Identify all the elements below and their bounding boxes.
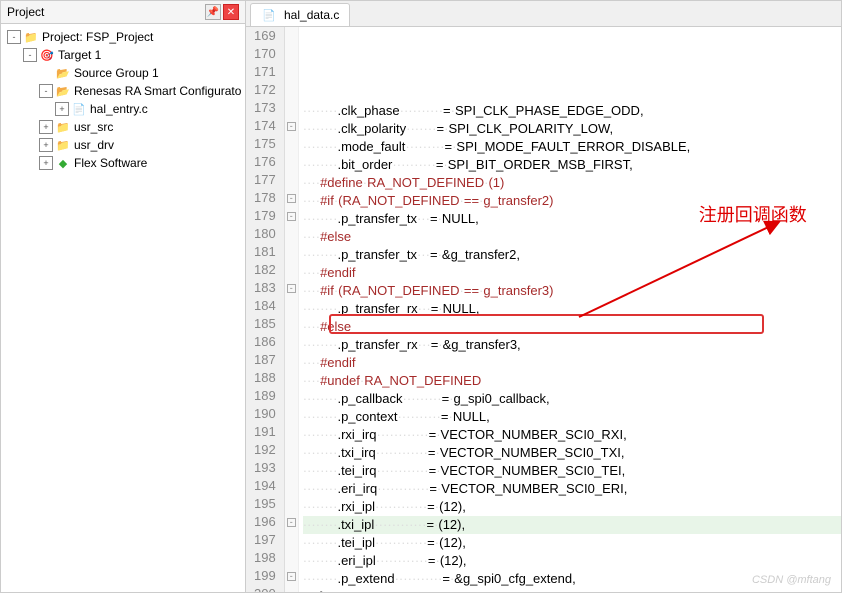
tree-label: Source Group 1 — [74, 66, 159, 80]
code-content[interactable]: 注册回调函数 ········.clk_phase··········=·SPI… — [299, 27, 841, 592]
sidebar-title: Project — [7, 5, 44, 19]
tree-icon: 📁 — [55, 119, 71, 135]
app-window: Project 📌 ✕ -📁Project: FSP_Project-🎯Targ… — [0, 0, 842, 593]
tree-label: usr_src — [74, 120, 113, 134]
code-line[interactable]: ····#else — [303, 228, 841, 246]
code-line[interactable]: ········.mode_fault·········=·SPI_MODE_F… — [303, 138, 841, 156]
code-line[interactable]: ········.eri_ipl············=·(12), — [303, 552, 841, 570]
expand-icon[interactable]: - — [39, 84, 53, 98]
line-gutter: 1691701711721731741751761771781791801811… — [246, 27, 285, 592]
fold-toggle[interactable]: - — [287, 284, 296, 293]
code-line[interactable]: ········.p_callback·········=·g_spi0_cal… — [303, 390, 841, 408]
tab-bar: 📄 hal_data.c — [246, 1, 841, 27]
code-line[interactable]: ········.bit_order··········=·SPI_BIT_OR… — [303, 156, 841, 174]
code-editor[interactable]: 1691701711721731741751761771781791801811… — [246, 27, 841, 592]
tree-item[interactable]: -📁Project: FSP_Project — [1, 28, 245, 46]
editor-area: 📄 hal_data.c 169170171172173174175176177… — [246, 1, 841, 592]
fold-toggle[interactable]: - — [287, 194, 296, 203]
code-line[interactable]: ········.clk_phase··········=·SPI_CLK_PH… — [303, 102, 841, 120]
code-line[interactable]: ········.p_transfer_tx···=·&g_transfer2, — [303, 246, 841, 264]
code-line[interactable]: ········.txi_ipl············=·(12), — [303, 516, 841, 534]
code-line[interactable]: ········.clk_polarity·······=·SPI_CLK_PO… — [303, 120, 841, 138]
tree-item[interactable]: +📁usr_src — [1, 118, 245, 136]
code-line[interactable]: ········.tei_irq············=·VECTOR_NUM… — [303, 462, 841, 480]
expand-icon[interactable]: - — [23, 48, 37, 62]
code-line[interactable]: ····#endif — [303, 264, 841, 282]
fold-toggle[interactable]: - — [287, 518, 296, 527]
tree-icon: 📂 — [55, 83, 71, 99]
tree-icon: 📁 — [55, 137, 71, 153]
code-line[interactable]: ········.tei_ipl············=·(12), — [303, 534, 841, 552]
code-line[interactable]: ····#if·(RA_NOT_DEFINED·==·g_transfer2) — [303, 192, 841, 210]
expand-icon[interactable]: + — [39, 120, 53, 134]
tree-item[interactable]: 📂Source Group 1 — [1, 64, 245, 82]
tree-icon: 📂 — [55, 65, 71, 81]
tree-icon: 🎯 — [39, 47, 55, 63]
code-line[interactable]: ····#define·RA_NOT_DEFINED·(1) — [303, 174, 841, 192]
expand-icon[interactable]: + — [39, 138, 53, 152]
code-line[interactable]: ····}; — [303, 588, 841, 592]
code-line[interactable]: ····#else — [303, 318, 841, 336]
tree-item[interactable]: +📁usr_drv — [1, 136, 245, 154]
code-line[interactable]: ········.eri_irq············=·VECTOR_NUM… — [303, 480, 841, 498]
close-icon[interactable]: ✕ — [223, 4, 239, 20]
project-sidebar: Project 📌 ✕ -📁Project: FSP_Project-🎯Targ… — [1, 1, 246, 592]
tree-label: Project: FSP_Project — [42, 30, 153, 44]
code-line[interactable]: ········.p_transfer_tx···=·NULL, — [303, 210, 841, 228]
tree-item[interactable]: -📂Renesas RA Smart Configurato — [1, 82, 245, 100]
code-line[interactable]: ········.p_transfer_rx···=·NULL, — [303, 300, 841, 318]
expand-icon[interactable]: - — [7, 30, 21, 44]
tree-label: hal_entry.c — [90, 102, 148, 116]
tab-label: hal_data.c — [284, 8, 339, 22]
code-line[interactable]: ········.rxi_ipl············=·(12), — [303, 498, 841, 516]
fold-column[interactable]: ------- — [285, 27, 299, 592]
pin-icon[interactable]: 📌 — [205, 4, 221, 20]
tree-icon: 📁 — [23, 29, 39, 45]
project-tree[interactable]: -📁Project: FSP_Project-🎯Target 1📂Source … — [1, 24, 245, 592]
expand-icon[interactable]: + — [39, 156, 53, 170]
code-line[interactable]: ········.rxi_irq············=·VECTOR_NUM… — [303, 426, 841, 444]
fold-toggle[interactable]: - — [287, 572, 296, 581]
tree-icon: 📄 — [71, 101, 87, 117]
tree-item[interactable]: +📄hal_entry.c — [1, 100, 245, 118]
tab-hal-data[interactable]: 📄 hal_data.c — [250, 3, 350, 26]
watermark: CSDN @mftang — [752, 574, 831, 586]
code-line[interactable]: ········.txi_irq············=·VECTOR_NUM… — [303, 444, 841, 462]
code-line[interactable]: ····#if·(RA_NOT_DEFINED·==·g_transfer3) — [303, 282, 841, 300]
tree-label: usr_drv — [74, 138, 114, 152]
code-line[interactable]: ····#undef·RA_NOT_DEFINED — [303, 372, 841, 390]
tree-label: Renesas RA Smart Configurato — [74, 84, 241, 98]
tree-item[interactable]: +◆Flex Software — [1, 154, 245, 172]
tree-label: Target 1 — [58, 48, 101, 62]
fold-toggle[interactable]: - — [287, 212, 296, 221]
file-icon: 📄 — [261, 7, 277, 23]
sidebar-titlebar: Project 📌 ✕ — [1, 1, 245, 24]
code-line[interactable]: ····#endif — [303, 354, 841, 372]
tree-item[interactable]: -🎯Target 1 — [1, 46, 245, 64]
tree-label: Flex Software — [74, 156, 147, 170]
fold-toggle[interactable]: - — [287, 122, 296, 131]
code-line[interactable]: ········.p_transfer_rx···=·&g_transfer3, — [303, 336, 841, 354]
tree-icon: ◆ — [55, 155, 71, 171]
expand-icon[interactable]: + — [55, 102, 69, 116]
code-line[interactable]: ········.p_context··········=·NULL, — [303, 408, 841, 426]
